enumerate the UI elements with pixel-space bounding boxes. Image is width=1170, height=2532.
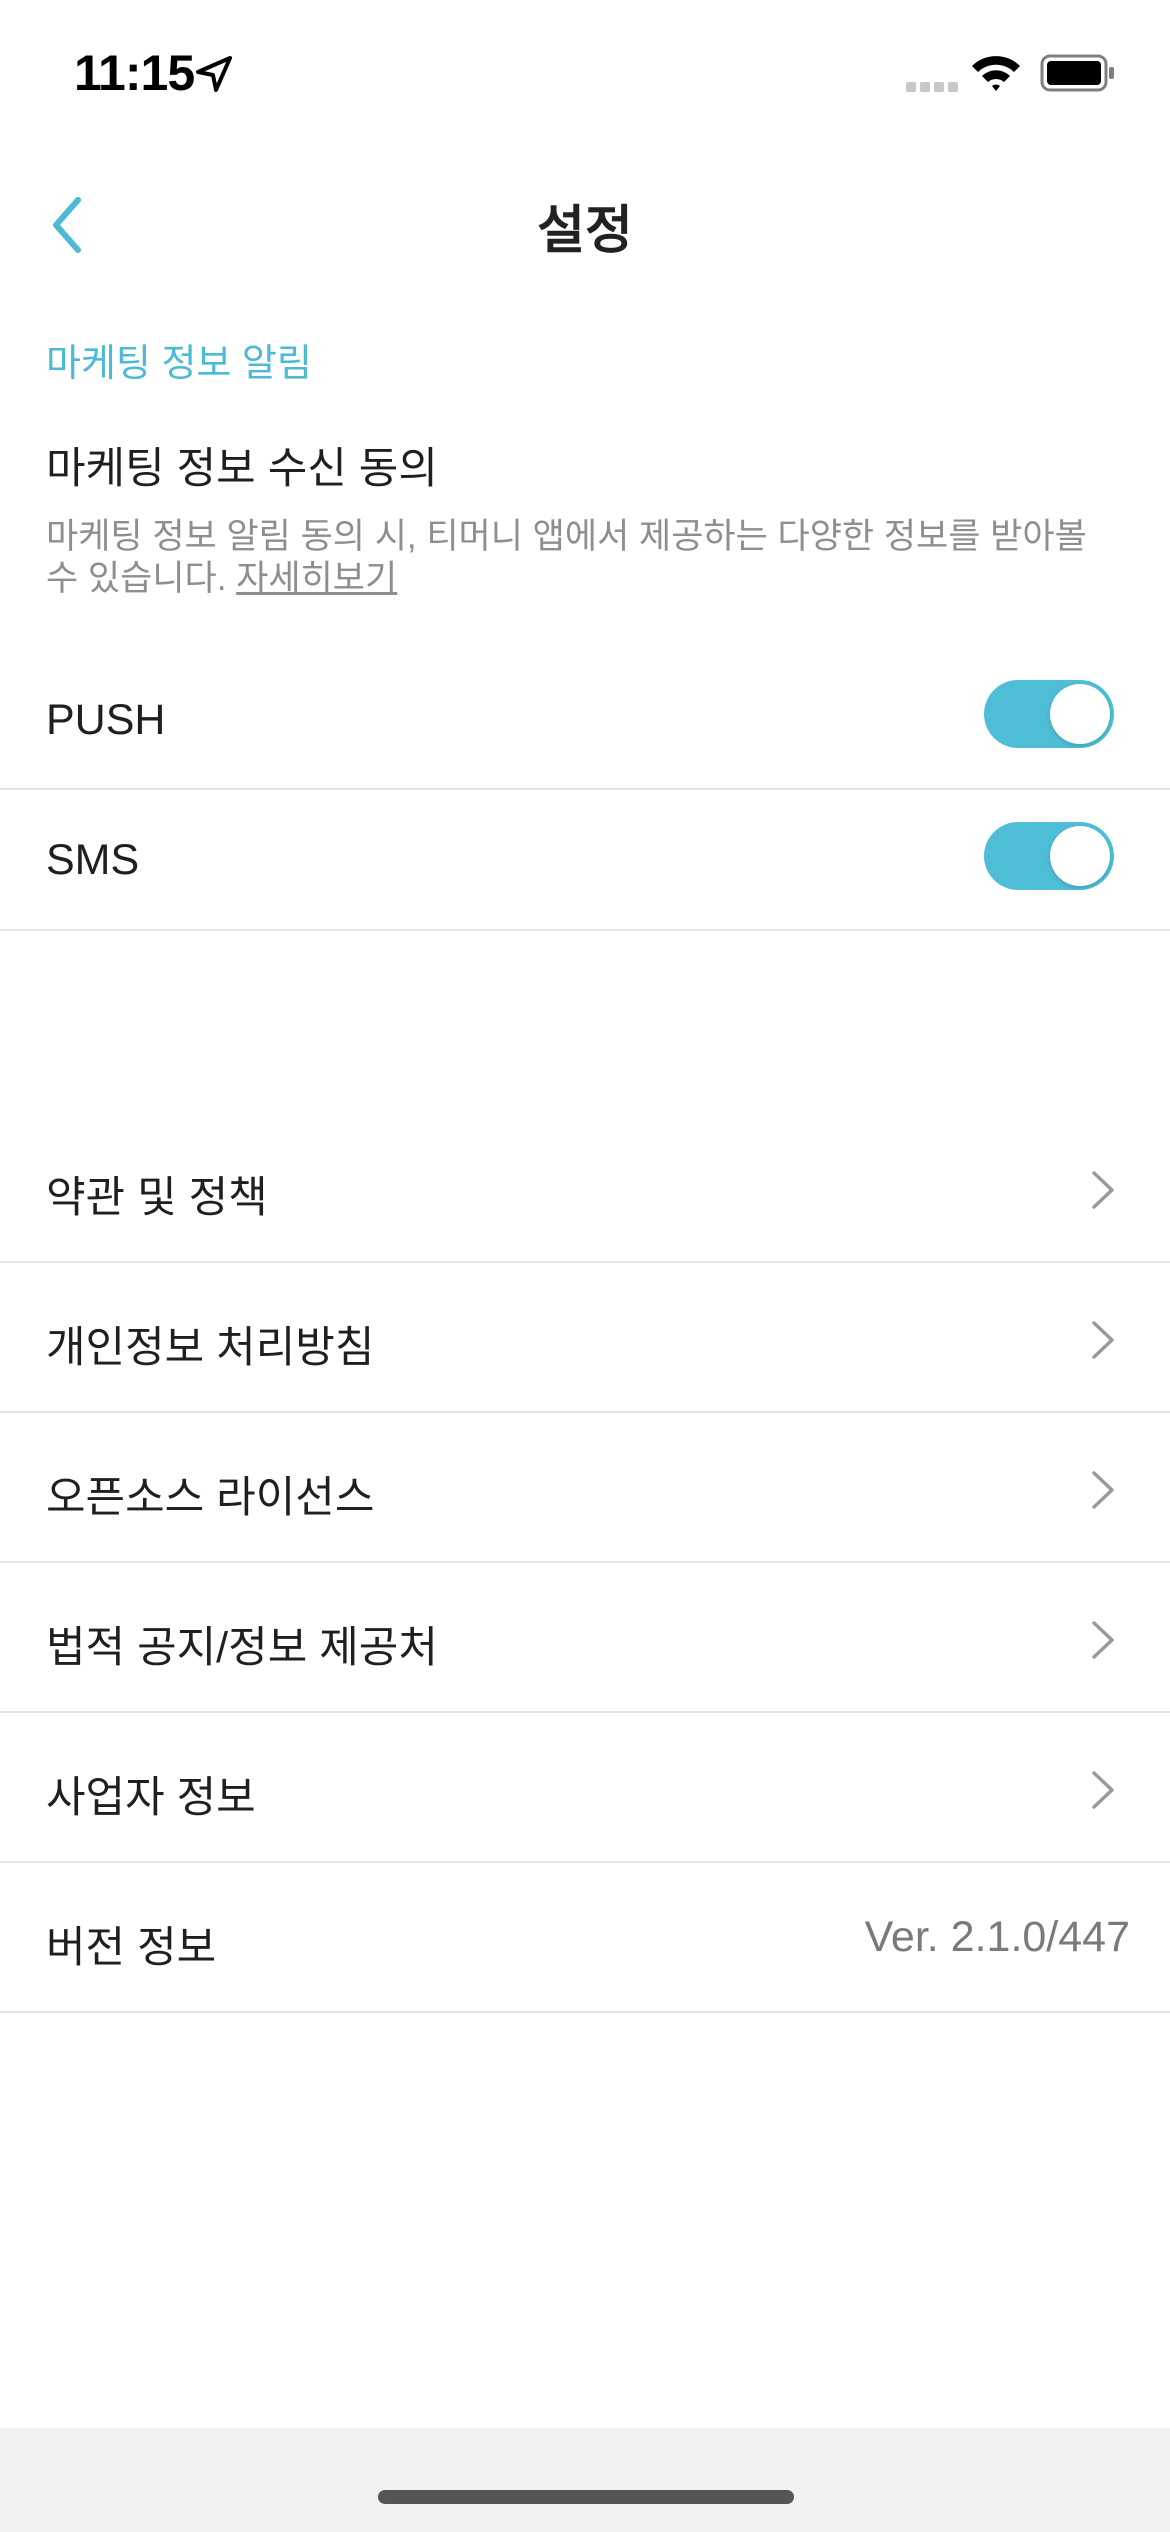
battery-icon [1040,54,1114,92]
home-indicator[interactable] [378,2490,794,2504]
menu-item-legal-notice[interactable]: 법적 공지/정보 제공처 [0,1563,1170,1713]
chevron-right-icon [1092,1621,1114,1659]
toggle-knob [1050,826,1110,886]
see-more-link[interactable]: 자세히보기 [236,559,397,598]
toggle-row-sms: SMS [0,790,1170,931]
menu-item-label: 법적 공지/정보 제공처 [46,1624,438,1672]
chevron-right-icon [1092,1171,1114,1209]
toggle-label-sms: SMS [46,836,140,884]
consent-title: 마케팅 정보 수신 동의 [46,445,438,493]
version-value: Ver. 2.1.0/447 [864,1913,1130,1961]
menu-item-label: 개인정보 처리방침 [46,1324,375,1372]
location-arrow-icon [196,56,232,92]
menu-item-version: 버전 정보 Ver. 2.1.0/447 [0,1863,1170,2013]
sms-toggle[interactable] [984,822,1114,890]
menu-item-business-info[interactable]: 사업자 정보 [0,1713,1170,1863]
chevron-right-icon [1092,1321,1114,1359]
toggle-row-push: PUSH [0,650,1170,790]
version-label: 버전 정보 [46,1924,217,1972]
menu-item-terms[interactable]: 약관 및 정책 [0,1113,1170,1263]
menu-item-label: 약관 및 정책 [46,1174,268,1222]
menu-item-label: 사업자 정보 [46,1774,256,1822]
home-indicator-area [0,2428,1170,2532]
status-time: 11:15 [74,45,195,101]
consent-description: 마케팅 정보 알림 동의 시, 티머니 앱에서 제공하는 다양한 정보를 받아볼… [46,516,1126,600]
cellular-signal-icon [906,82,958,92]
section-label-marketing: 마케팅 정보 알림 [46,343,312,385]
consent-description-text: 마케팅 정보 알림 동의 시, 티머니 앱에서 제공하는 다양한 정보를 받아볼… [46,517,1087,598]
push-toggle[interactable] [984,680,1114,748]
menu-item-label: 오픈소스 라이선스 [46,1474,375,1522]
chevron-right-icon [1092,1771,1114,1809]
chevron-right-icon [1092,1471,1114,1509]
menu-item-privacy-policy[interactable]: 개인정보 처리방침 [0,1263,1170,1413]
status-bar: 11:15 [0,0,1170,150]
toggle-label-push: PUSH [46,696,166,744]
toggle-knob [1050,684,1110,744]
page-title: 설정 [537,202,633,260]
menu-item-open-source-license[interactable]: 오픈소스 라이선스 [0,1413,1170,1563]
wifi-icon [972,56,1020,91]
